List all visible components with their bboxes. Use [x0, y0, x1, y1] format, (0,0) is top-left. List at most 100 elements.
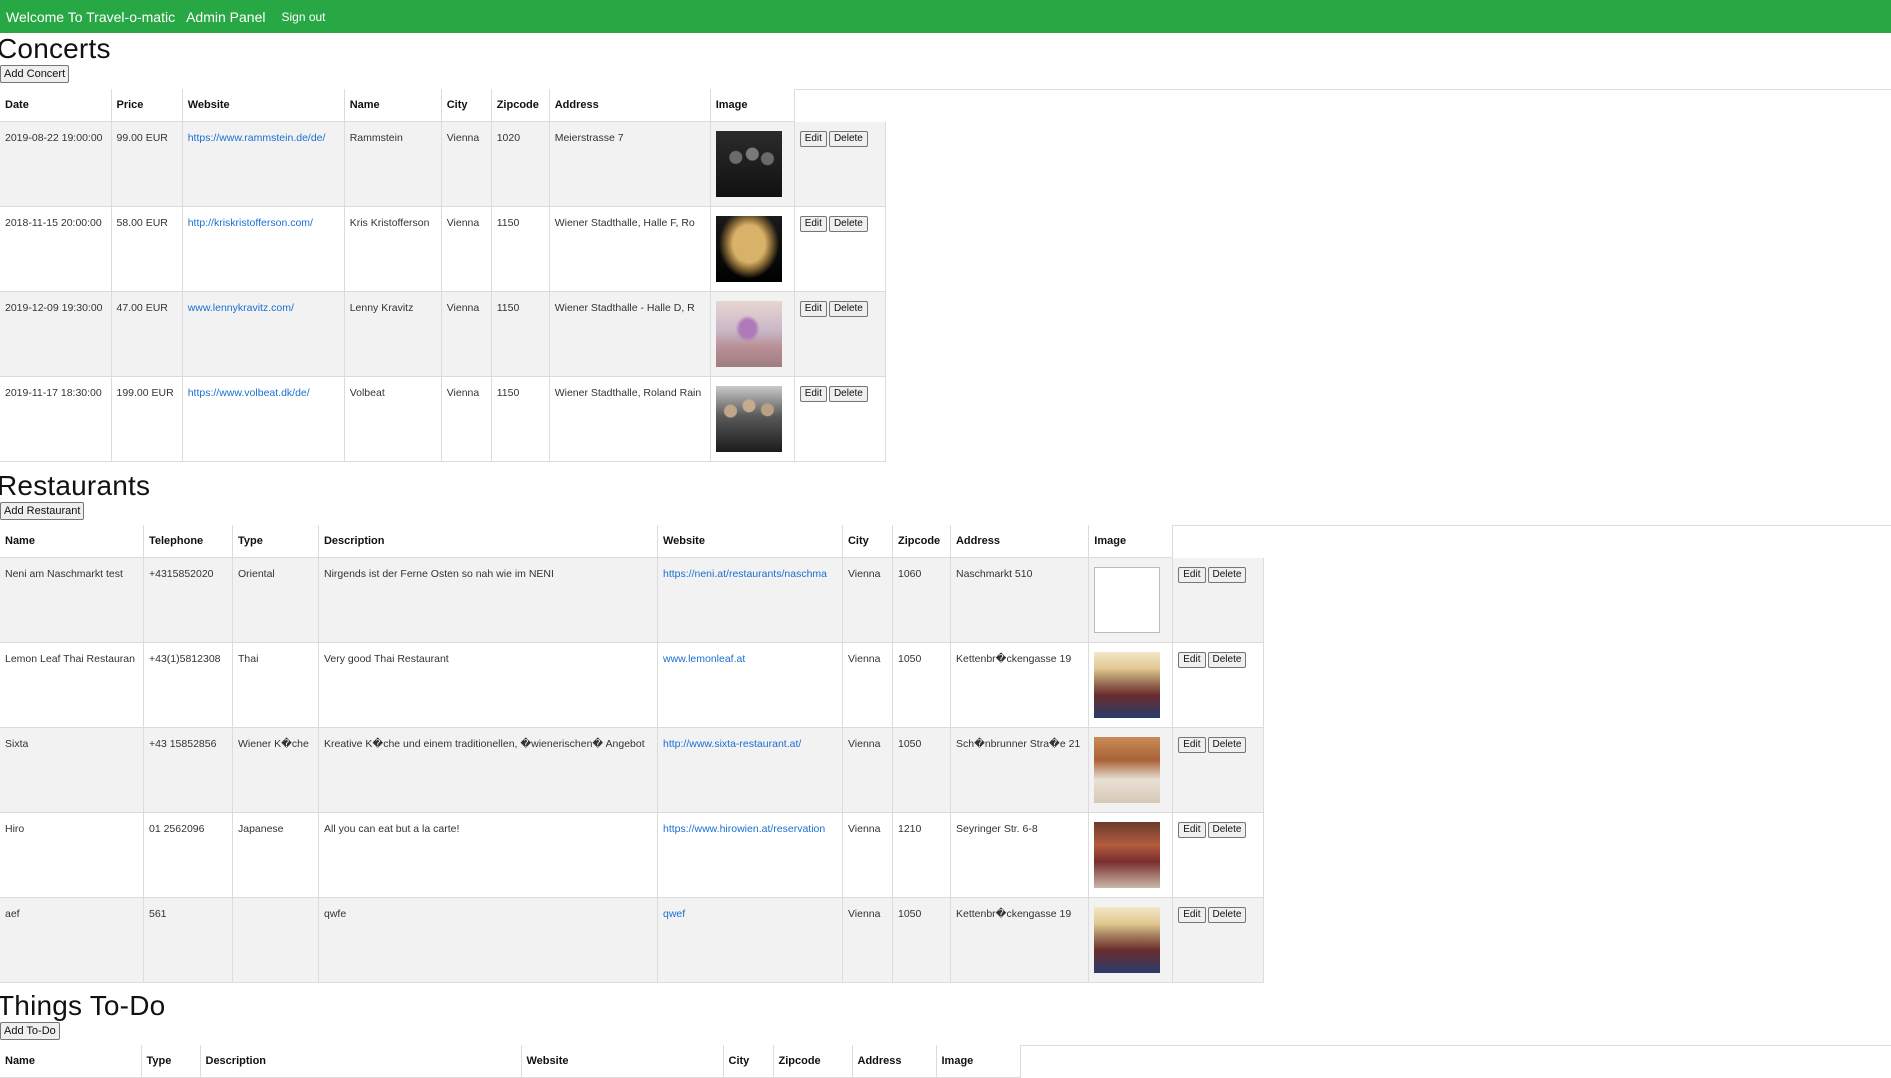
actions-cell: Edit Delete: [794, 376, 886, 462]
website-link[interactable]: https://neni.at/restaurants/naschma: [663, 568, 827, 580]
edit-button[interactable]: Edit: [799, 386, 827, 402]
image-cell: [1088, 642, 1174, 728]
price-cell: 58.00 EUR: [111, 206, 183, 292]
delete-button[interactable]: Delete: [1207, 566, 1247, 583]
image-cell: [710, 376, 795, 462]
name-cell: Sixta: [0, 727, 144, 813]
table-row: Hiro 01 2562096 Japanese All you can eat bu…: [0, 812, 1265, 898]
portrait-photo: [715, 216, 782, 282]
col-name: Name: [0, 1045, 142, 1078]
table-row: Lemon Leaf Thai Restauran +43(1)5812308 Th…: [0, 642, 1265, 728]
restaurant-photo-warm: [1094, 737, 1161, 803]
col-type: Type: [232, 525, 319, 558]
edit-button[interactable]: Edit: [799, 301, 827, 317]
name-cell: Neni am Naschmarkt test: [0, 557, 144, 643]
website-link[interactable]: https://www.volbeat.dk/de/: [188, 387, 310, 399]
edit-button[interactable]: Edit: [799, 130, 827, 147]
city-cell: Vienna: [842, 557, 893, 643]
address-cell: Sch�nbrunner Stra�e 21: [950, 727, 1090, 813]
actions-cell: Edit Delete: [1172, 727, 1265, 813]
table-row: 2019-08-22 19:00:00 99.00 EUR https://www.…: [0, 121, 886, 207]
todos-heading: Things To-Do: [0, 990, 166, 1021]
image-cell: [1088, 557, 1174, 643]
restaurants-header-row: Name Telephone Type Description Website …: [0, 525, 1264, 558]
col-address: Address: [549, 89, 711, 122]
col-image: Image: [710, 89, 795, 122]
image-cell: [1088, 727, 1174, 813]
edit-button[interactable]: Edit: [799, 216, 827, 232]
todos-header-row: Name Type Description Website City Zipco…: [0, 1045, 1021, 1078]
city-cell: Vienna: [842, 897, 893, 983]
sign-out-link[interactable]: Sign out: [281, 10, 325, 24]
col-zipcode: Zipcode: [892, 525, 951, 558]
name-cell: aef: [0, 897, 144, 983]
website-link[interactable]: http://kriskristofferson.com/: [188, 217, 313, 229]
col-website: Website: [657, 525, 843, 558]
telephone-cell: 561: [143, 897, 233, 983]
col-address: Address: [950, 525, 1090, 558]
actions-cell: Edit Delete: [1172, 812, 1265, 898]
col-name: Name: [344, 89, 442, 122]
edit-button[interactable]: Edit: [1178, 566, 1206, 583]
price-cell: 47.00 EUR: [111, 291, 183, 377]
top-navbar: Welcome To Travel-o-matic Admin Panel Si…: [0, 0, 1891, 33]
table-row: 2018-11-15 20:00:00 58.00 EUR http://krisk…: [0, 206, 886, 292]
address-cell: Meierstrasse 7: [549, 121, 711, 207]
image-cell: [1088, 812, 1174, 898]
actions-cell: Edit Delete: [794, 206, 886, 292]
delete-button[interactable]: Delete: [828, 386, 868, 402]
concerts-heading: Concerts: [0, 33, 111, 64]
table-row: Neni am Naschmarkt test +4315852020 Orient…: [0, 557, 1265, 643]
website-link[interactable]: https://www.hirowien.at/reservation: [663, 823, 825, 835]
col-zipcode: Zipcode: [491, 89, 550, 122]
edit-button[interactable]: Edit: [1178, 737, 1206, 753]
delete-button[interactable]: Delete: [1207, 737, 1247, 753]
restaurants-section: Restaurants Add Restaurant: [0, 470, 150, 520]
city-cell: Vienna: [842, 812, 893, 898]
edit-button[interactable]: Edit: [1178, 652, 1206, 668]
delete-button[interactable]: Delete: [1207, 652, 1247, 668]
website-link[interactable]: http://www.sixta-restaurant.at/: [663, 738, 801, 750]
edit-button[interactable]: Edit: [1178, 907, 1206, 923]
add-restaurant-button[interactable]: Add Restaurant: [0, 502, 85, 520]
col-website: Website: [521, 1045, 724, 1078]
todos-table: Name Type Description Website City Zipco…: [0, 1045, 1021, 1078]
beach-photo: [715, 301, 782, 367]
website-link[interactable]: qwef: [663, 908, 685, 920]
edit-button[interactable]: Edit: [1178, 822, 1206, 838]
col-image: Image: [1088, 525, 1174, 558]
add-todo-button[interactable]: Add To-Do: [0, 1022, 60, 1040]
delete-button[interactable]: Delete: [828, 301, 868, 317]
website-link[interactable]: www.lemonleaf.at: [663, 653, 745, 665]
concerts-table: Date Price Website Name City Zipcode Add…: [0, 89, 886, 462]
website-cell: https://neni.at/restaurants/naschma: [657, 557, 843, 643]
admin-panel-link[interactable]: Admin Panel: [186, 9, 265, 25]
col-address: Address: [852, 1045, 937, 1078]
restaurants-heading: Restaurants: [0, 470, 151, 501]
actions-cell: Edit Delete: [1172, 642, 1265, 728]
address-cell: Kettenbr�ckengasse 19: [950, 642, 1090, 728]
name-cell: Lenny Kravitz: [344, 291, 442, 377]
col-price: Price: [111, 89, 183, 122]
website-link[interactable]: https://www.rammstein.de/de/: [188, 132, 326, 144]
delete-button[interactable]: Delete: [1207, 822, 1247, 838]
delete-button[interactable]: Delete: [1207, 907, 1247, 923]
concerts-header-row: Date Price Website Name City Zipcode Add…: [0, 89, 885, 122]
website-cell: https://www.rammstein.de/de/: [182, 121, 345, 207]
restaurant-photo: [1094, 652, 1161, 718]
concerts-section: Concerts Add Concert: [0, 33, 111, 83]
delete-button[interactable]: Delete: [828, 216, 868, 232]
todos-section: Things To-Do Add To-Do: [0, 990, 165, 1040]
col-city: City: [723, 1045, 774, 1078]
brand-link[interactable]: Welcome To Travel-o-matic: [6, 9, 175, 25]
website-link[interactable]: www.lennykravitz.com/: [188, 302, 294, 314]
zipcode-cell: 1150: [491, 376, 550, 462]
date-cell: 2019-12-09 19:30:00: [0, 291, 112, 377]
address-cell: Kettenbr�ckengasse 19: [950, 897, 1090, 983]
col-name: Name: [0, 525, 144, 558]
address-cell: Seyringer Str. 6-8: [950, 812, 1090, 898]
band-photo-dark: [715, 131, 782, 197]
add-concert-button[interactable]: Add Concert: [0, 65, 70, 83]
table-row: Sixta +43 15852856 Wiener K�che Kreative K�…: [0, 727, 1265, 813]
delete-button[interactable]: Delete: [828, 130, 868, 147]
